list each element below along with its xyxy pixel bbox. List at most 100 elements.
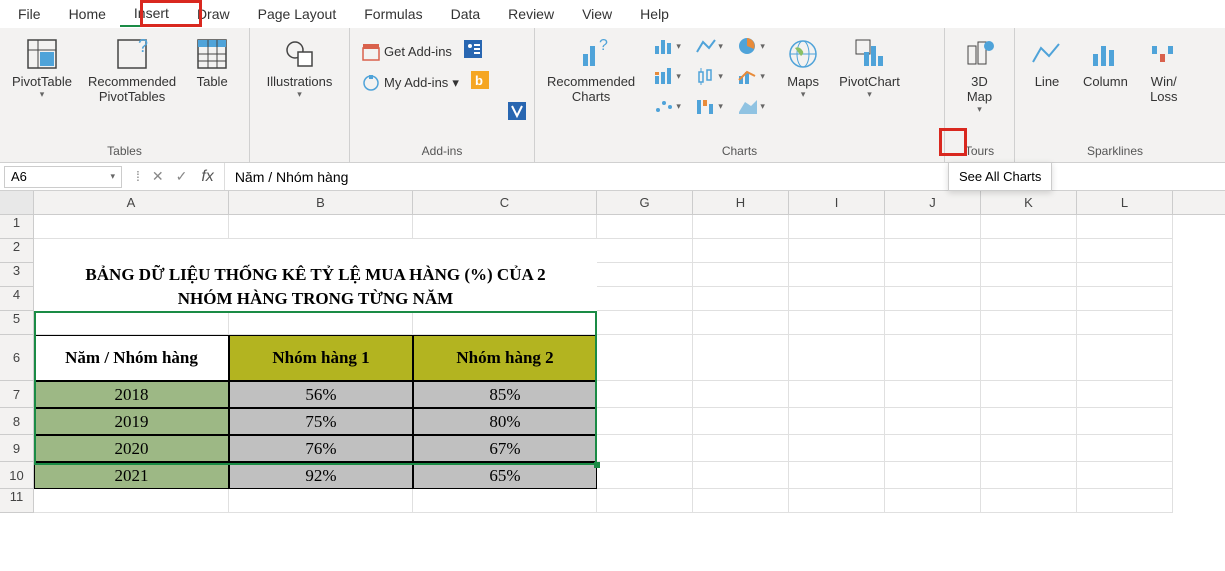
column-headers: A B C G H I J K L xyxy=(0,191,1225,215)
maps-button[interactable]: Maps▾ xyxy=(779,32,827,104)
3dmap-button[interactable]: 3D Map▾ xyxy=(956,32,1004,119)
chevron-down-icon: ▾ xyxy=(40,89,45,100)
group-label-addins: Add-ins xyxy=(358,142,526,162)
decrease-icon[interactable]: ⁞ xyxy=(136,168,140,185)
recommended-pivottables-button[interactable]: ? Recommended PivotTables xyxy=(84,32,180,108)
col-K[interactable]: K xyxy=(981,191,1077,214)
row-3: 3BẢNG DỮ LIỆU THỐNG KÊ TỶ LỆ MUA HÀNG (%… xyxy=(0,263,1225,287)
column-chart-button[interactable]: ▾ xyxy=(647,32,687,60)
recommended-pivot-icon: ? xyxy=(114,36,150,72)
title-line1: BẢNG DỮ LIỆU THỐNG KÊ TỶ LỆ MUA HÀNG (%)… xyxy=(34,263,597,287)
tab-pagelayout[interactable]: Page Layout xyxy=(244,2,351,26)
pivottable-icon xyxy=(24,36,60,72)
sparkline-col-icon xyxy=(1087,36,1123,72)
shapes-icon xyxy=(282,36,318,72)
group-label-tours: Tours xyxy=(953,142,1006,162)
cancel-icon[interactable]: ✕ xyxy=(152,168,164,185)
pivotchart-button[interactable]: PivotChart▾ xyxy=(835,32,904,104)
tab-insert[interactable]: Insert xyxy=(120,1,183,27)
row-4: 4NHÓM HÀNG TRONG TỪNG NĂM xyxy=(0,287,1225,311)
table-icon xyxy=(194,36,230,72)
tab-home[interactable]: Home xyxy=(55,2,120,26)
rec-charts-icon: ? xyxy=(573,36,609,72)
sparkline-winloss-button[interactable]: Win/ Loss xyxy=(1140,32,1188,108)
group-label-tables: Tables xyxy=(8,142,241,162)
pivotchart-icon xyxy=(852,36,888,72)
row-11: 11 xyxy=(0,489,1225,513)
header-group2[interactable]: Nhóm hàng 2 xyxy=(413,335,597,381)
get-addins-button[interactable]: Get Add-ins xyxy=(358,41,456,63)
col-I[interactable]: I xyxy=(789,191,885,214)
row-6: 6 Năm / Nhóm hàng Nhóm hàng 1 Nhóm hàng … xyxy=(0,335,1225,381)
statistic-chart-button[interactable]: ▾ xyxy=(689,62,729,90)
bing-icon[interactable]: b xyxy=(471,71,489,94)
table-button[interactable]: Table xyxy=(188,32,236,93)
row-1: 1 xyxy=(0,215,1225,239)
ribbon: PivotTable▾ ? Recommended PivotTables Ta… xyxy=(0,28,1225,163)
row-2: 2 xyxy=(0,239,1225,263)
row-10: 10 2021 92% 65% xyxy=(0,462,1225,489)
sparkline-winloss-icon xyxy=(1146,36,1182,72)
chevron-down-icon[interactable]: ▾ xyxy=(110,171,115,182)
my-addins-button[interactable]: My Add-ins ▾ xyxy=(358,72,463,94)
group-label-charts: Charts xyxy=(543,142,936,162)
pivottable-button[interactable]: PivotTable▾ xyxy=(8,32,76,104)
select-all-corner[interactable] xyxy=(0,191,34,214)
surface-chart-button[interactable]: ▾ xyxy=(731,92,771,120)
tab-formulas[interactable]: Formulas xyxy=(350,2,436,26)
scatter-chart-button[interactable]: ▾ xyxy=(647,92,687,120)
pie-chart-button[interactable]: ▾ xyxy=(731,32,771,60)
waterfall-chart-button[interactable]: ▾ xyxy=(689,92,729,120)
col-H[interactable]: H xyxy=(693,191,789,214)
line-chart-button[interactable]: ▾ xyxy=(689,32,729,60)
col-L[interactable]: L xyxy=(1077,191,1173,214)
col-J[interactable]: J xyxy=(885,191,981,214)
header-year[interactable]: Năm / Nhóm hàng xyxy=(34,335,229,381)
ribbon-tabs: File Home Insert Draw Page Layout Formul… xyxy=(0,0,1225,28)
tab-review[interactable]: Review xyxy=(494,2,568,26)
sparkline-line-button[interactable]: Line xyxy=(1023,32,1071,93)
col-C[interactable]: C xyxy=(413,191,597,214)
combo-chart-button[interactable]: ▾ xyxy=(731,62,771,90)
formula-input[interactable]: Năm / Nhóm hàng xyxy=(224,163,1225,190)
header-group1[interactable]: Nhóm hàng 1 xyxy=(229,335,413,381)
svg-text:b: b xyxy=(475,73,483,88)
group-label-sparklines: Sparklines xyxy=(1023,142,1207,162)
recommended-charts-button[interactable]: ? Recommended Charts xyxy=(543,32,639,108)
title-line2: NHÓM HÀNG TRONG TỪNG NĂM xyxy=(34,287,597,311)
group-tours: 3D Map▾ Tours xyxy=(945,28,1015,162)
visio-icon[interactable] xyxy=(508,102,526,125)
group-sparklines: Line Column Win/ Loss Sparklines xyxy=(1015,28,1215,162)
people-graph-icon[interactable] xyxy=(464,40,482,63)
group-addins: Get Add-ins My Add-ins ▾ b Add-ins xyxy=(350,28,535,162)
tab-help[interactable]: Help xyxy=(626,2,683,26)
see-all-charts-tooltip: See All Charts xyxy=(948,162,1052,191)
tab-file[interactable]: File xyxy=(4,2,55,26)
globe-icon xyxy=(785,36,821,72)
hierarchy-chart-button[interactable]: ▾ xyxy=(647,62,687,90)
chevron-down-icon: ▾ xyxy=(977,104,982,115)
row-5: 5 xyxy=(0,311,1225,335)
col-A[interactable]: A xyxy=(34,191,229,214)
svg-text:?: ? xyxy=(138,36,148,56)
addins-icon xyxy=(362,74,380,92)
tab-view[interactable]: View xyxy=(568,2,626,26)
group-illustrations: Illustrations▾ xyxy=(250,28,350,162)
name-box[interactable]: A6 ▾ xyxy=(4,166,122,188)
sparkline-column-button[interactable]: Column xyxy=(1079,32,1132,93)
store-icon xyxy=(362,43,380,61)
3dmap-icon xyxy=(962,36,998,72)
worksheet-grid[interactable]: A B C G H I J K L 1 2 3BẢNG DỮ LIỆU THỐN… xyxy=(0,191,1225,513)
group-tables: PivotTable▾ ? Recommended PivotTables Ta… xyxy=(0,28,250,162)
chart-gallery: ▾ ▾ ▾ ▾ ▾ ▾ ▾ ▾ ▾ xyxy=(647,32,771,120)
col-G[interactable]: G xyxy=(597,191,693,214)
col-B[interactable]: B xyxy=(229,191,413,214)
illustrations-button[interactable]: Illustrations▾ xyxy=(263,32,337,104)
enter-icon[interactable]: ✓ xyxy=(176,168,188,185)
row-7: 7 2018 56% 85% xyxy=(0,381,1225,408)
tab-draw[interactable]: Draw xyxy=(183,2,244,26)
sparkline-line-icon xyxy=(1029,36,1065,72)
fx-icon[interactable]: fx xyxy=(201,168,223,186)
tab-data[interactable]: Data xyxy=(437,2,495,26)
group-charts: ? Recommended Charts ▾ ▾ ▾ ▾ ▾ ▾ ▾ ▾ ▾ M… xyxy=(535,28,945,162)
